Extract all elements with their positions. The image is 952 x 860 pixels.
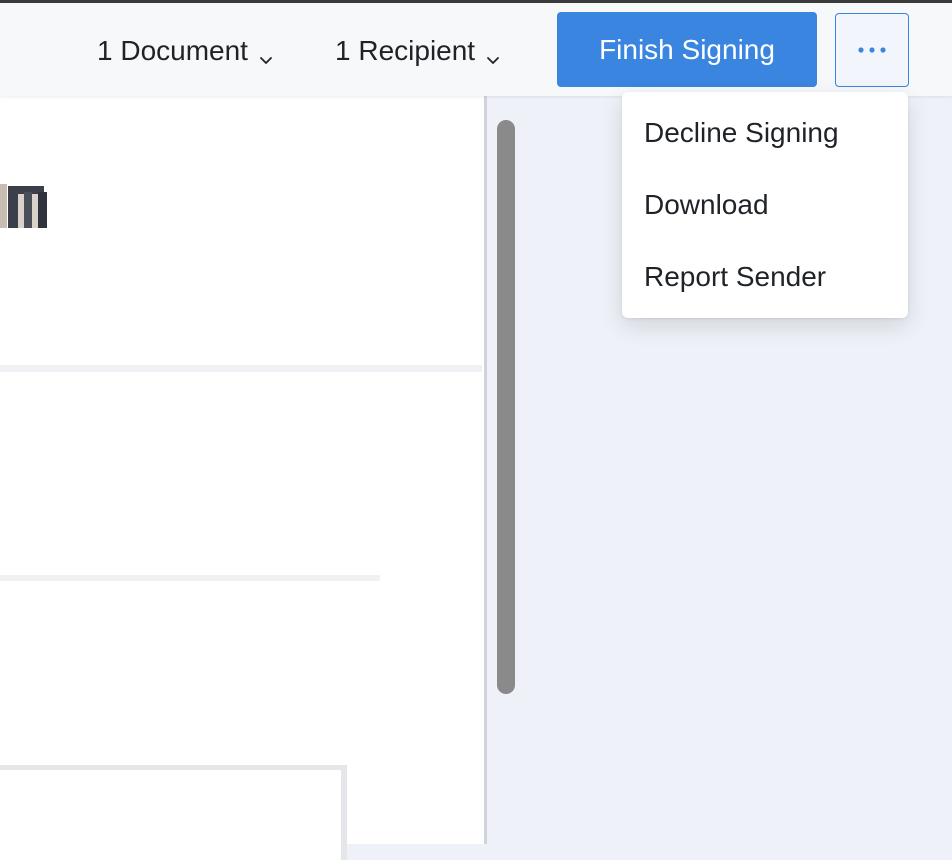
menu-item-download[interactable]: Download: [644, 188, 769, 222]
recipients-dropdown-label: 1 Recipient: [335, 35, 476, 66]
finish-signing-label: Finish Signing: [599, 33, 775, 65]
document-viewer: [0, 96, 484, 844]
document-text-fragment: [0, 180, 52, 232]
documents-dropdown-label: 1 Document: [97, 35, 248, 66]
chevron-down-icon: [258, 43, 274, 64]
menu-item-report-sender[interactable]: Report Sender: [644, 260, 826, 294]
chevron-down-icon: [485, 43, 501, 64]
documents-dropdown[interactable]: 1 Document: [97, 33, 274, 69]
document-divider-line: [0, 365, 482, 372]
document-scrollbar[interactable]: [497, 120, 515, 694]
more-options-menu: Decline Signing Download Report Sender: [622, 92, 908, 318]
signing-header: 1 Document 1 Recipient Finish Signing: [0, 3, 952, 96]
recipients-dropdown[interactable]: 1 Recipient: [335, 33, 501, 69]
menu-item-decline-signing[interactable]: Decline Signing: [644, 116, 839, 150]
document-field-box: [0, 765, 347, 860]
more-options-button[interactable]: [835, 13, 909, 87]
document-panel-edge: [484, 96, 487, 844]
document-divider-line: [0, 575, 380, 581]
finish-signing-button[interactable]: Finish Signing: [557, 12, 817, 87]
ellipsis-icon: [857, 41, 887, 59]
